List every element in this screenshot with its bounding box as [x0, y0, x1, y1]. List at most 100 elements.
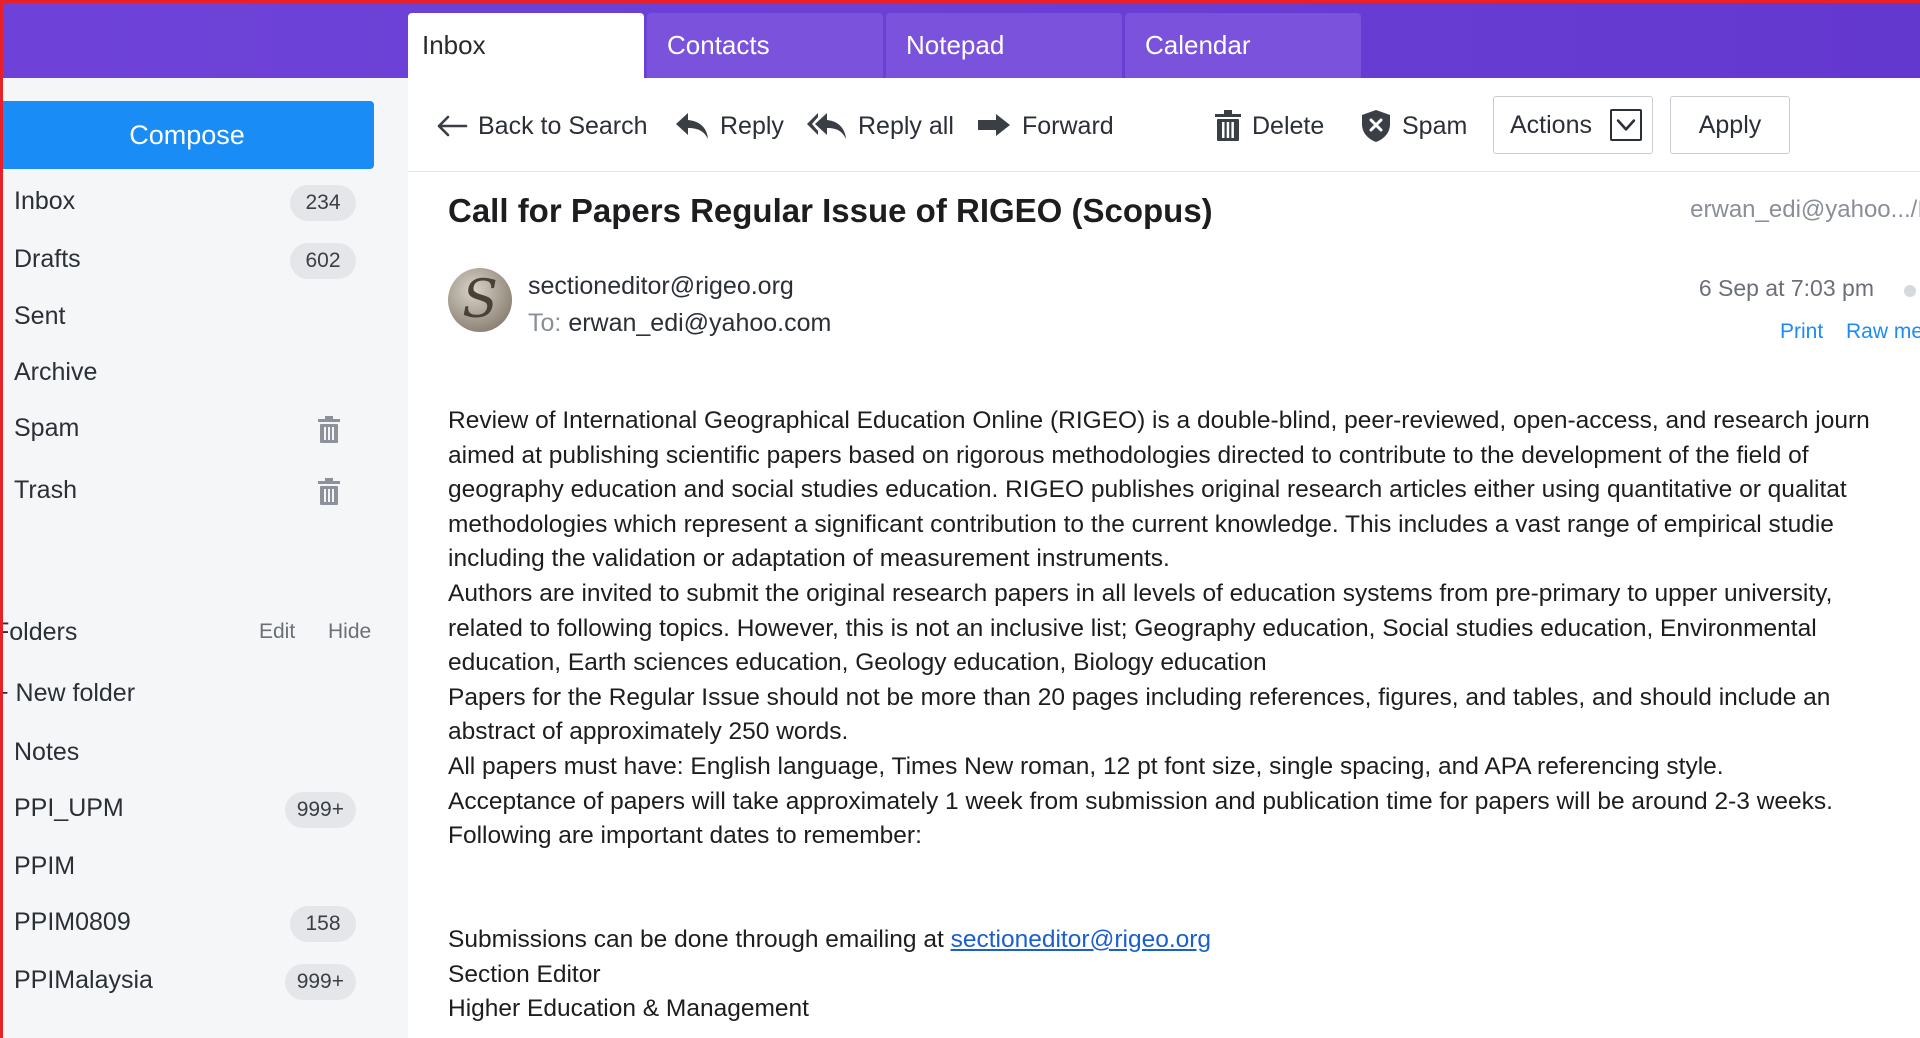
sidebar-item-sent[interactable]: Sent [14, 292, 374, 340]
sidebar-item-ppi-upm[interactable]: PPI_UPM 999+ [14, 784, 374, 832]
delete-button[interactable]: Delete [1214, 106, 1324, 146]
sidebar-item-spam[interactable]: Spam [14, 404, 374, 452]
submissions-text: Submissions can be done through emailing… [448, 925, 951, 953]
raw-message-link[interactable]: Raw me [1846, 320, 1920, 344]
body-line: Following are important dates to remembe… [448, 822, 922, 850]
body-spacer [448, 854, 1920, 889]
sidebar-item-label: Archive [14, 358, 98, 386]
tab-inbox[interactable]: Inbox [408, 13, 644, 78]
message-toolbar: Back to Search Reply Reply all Forward D… [408, 78, 1920, 172]
body-line: related to following topics. However, th… [448, 614, 1817, 642]
reply-all-icon [807, 113, 846, 139]
new-folder-button[interactable]: + New folder [0, 673, 135, 713]
recipient-line: To: erwan_edi@yahoo.com [528, 309, 831, 338]
tab-notepad[interactable]: Notepad [886, 13, 1122, 78]
body-line: Authors are invited to submit the origin… [448, 579, 1833, 607]
reply-all-button[interactable]: Reply all [806, 106, 954, 146]
delete-label: Delete [1252, 111, 1325, 140]
sidebar-item-label: PPIMalaysia [14, 966, 153, 994]
shield-icon [1362, 110, 1390, 142]
body-line: aimed at publishing scientific papers ba… [448, 441, 1809, 469]
message-view: Call for Papers Regular Issue of RIGEO (… [408, 172, 1920, 1038]
sidebar-item-label: PPIM [14, 852, 76, 880]
sidebar-item-inbox[interactable]: Inbox 234 [14, 177, 374, 225]
body-line: All papers must have: English language, … [448, 752, 1724, 780]
sidebar-item-ppimalaysia[interactable]: PPIMalaysia 999+ [14, 956, 374, 1004]
body-line: education, Earth sciences education, Geo… [448, 649, 1267, 677]
reply-button[interactable]: Reply [674, 106, 784, 146]
count-badge: 999+ [284, 792, 356, 828]
window-frame-top [0, 0, 1920, 3]
forward-button[interactable]: Forward [976, 106, 1114, 146]
message-subject: Call for Papers Regular Issue of RIGEO (… [448, 192, 1213, 229]
to-label: To: [528, 309, 562, 337]
body-line: Acceptance of papers will take approxima… [448, 787, 1833, 815]
body-line: including the validation or adaptation o… [448, 545, 1170, 573]
submissions-email-link[interactable]: sectioneditor@rigeo.org [951, 926, 1211, 953]
folders-hide-link[interactable]: Hide [328, 612, 371, 652]
sender-avatar: S [448, 268, 512, 332]
account-label: erwan_edi@yahoo.../I [1690, 196, 1920, 223]
sidebar-item-label: Trash [14, 476, 77, 504]
actions-dropdown[interactable]: Actions [1493, 96, 1653, 154]
sidebar: Compose Inbox 234 Drafts 602 Sent Archiv… [0, 78, 408, 1038]
sidebar-item-notes[interactable]: Notes [14, 728, 374, 776]
empty-trash-icon[interactable] [316, 478, 342, 506]
tab-contacts[interactable]: Contacts [647, 13, 883, 78]
sidebar-item-trash[interactable]: Trash [14, 466, 374, 514]
apply-button[interactable]: Apply [1670, 96, 1790, 154]
read-status-dot[interactable] [1904, 285, 1916, 297]
body-line: geography education and social studies e… [448, 476, 1847, 504]
print-link[interactable]: Print [1780, 320, 1823, 344]
forward-label: Forward [1022, 111, 1114, 140]
folders-edit-link[interactable]: Edit [259, 612, 295, 652]
trash-icon [1215, 110, 1241, 141]
back-to-search-label: Back to Search [478, 111, 648, 140]
count-badge: 999+ [284, 964, 356, 1000]
chevron-down-icon [1610, 109, 1642, 141]
sidebar-item-ppim[interactable]: PPIM [14, 842, 374, 890]
sidebar-item-archive[interactable]: Archive [14, 348, 374, 396]
message-date: 6 Sep at 7:03 pm [1698, 275, 1874, 301]
submissions-line: Submissions can be done through emailing… [448, 923, 1920, 958]
sidebar-item-label: PPIM0809 [14, 908, 131, 936]
count-badge: 602 [290, 243, 356, 279]
spam-button[interactable]: Spam [1360, 106, 1467, 146]
body-line: methodologies which represent a signific… [448, 510, 1834, 538]
arrow-left-icon [437, 115, 468, 137]
spam-label: Spam [1402, 111, 1468, 140]
sidebar-item-label: Spam [14, 414, 80, 442]
sidebar-item-label: PPI_UPM [14, 794, 124, 822]
body-line: Review of International Geographical Edu… [448, 407, 1870, 434]
sidebar-item-label: Sent [14, 302, 66, 330]
body-line: abstract of approximately 250 words. [448, 718, 849, 746]
window-frame-left [0, 0, 3, 1038]
tab-calendar[interactable]: Calendar [1125, 13, 1361, 78]
count-badge: 158 [290, 906, 356, 942]
sidebar-item-label: Notes [14, 738, 80, 766]
sidebar-item-ppim0809[interactable]: PPIM0809 158 [14, 898, 374, 946]
signature-line: Higher Education & Management [448, 995, 809, 1023]
body-spacer [448, 888, 1920, 923]
forward-icon [978, 114, 1010, 136]
compose-button[interactable]: Compose [0, 101, 374, 169]
body-line: Papers for the Regular Issue should not … [448, 683, 1831, 711]
avatar-letter-image: S [462, 270, 498, 330]
folders-title: Folders [0, 618, 78, 646]
reply-label: Reply [720, 111, 784, 140]
back-to-search-button[interactable]: Back to Search [436, 106, 648, 146]
empty-spam-trash-icon[interactable] [316, 416, 342, 444]
sidebar-item-drafts[interactable]: Drafts 602 [14, 235, 374, 283]
signature-line: Section Editor [448, 960, 601, 988]
reply-all-label: Reply all [858, 111, 954, 140]
unread-count-badge: 234 [290, 185, 356, 221]
sidebar-item-label: Drafts [14, 245, 81, 273]
sidebar-item-label: Inbox [14, 187, 76, 215]
app-tabs: Inbox Contacts Notepad Calendar [408, 13, 1361, 78]
reply-icon [676, 113, 708, 139]
sender-address[interactable]: sectioneditor@rigeo.org [528, 272, 794, 301]
actions-label: Actions [1510, 111, 1592, 139]
recipient-address[interactable]: erwan_edi@yahoo.com [568, 309, 831, 337]
folders-header: Folders Edit Hide [0, 612, 374, 652]
top-bar: Inbox Contacts Notepad Calendar [0, 0, 1920, 78]
